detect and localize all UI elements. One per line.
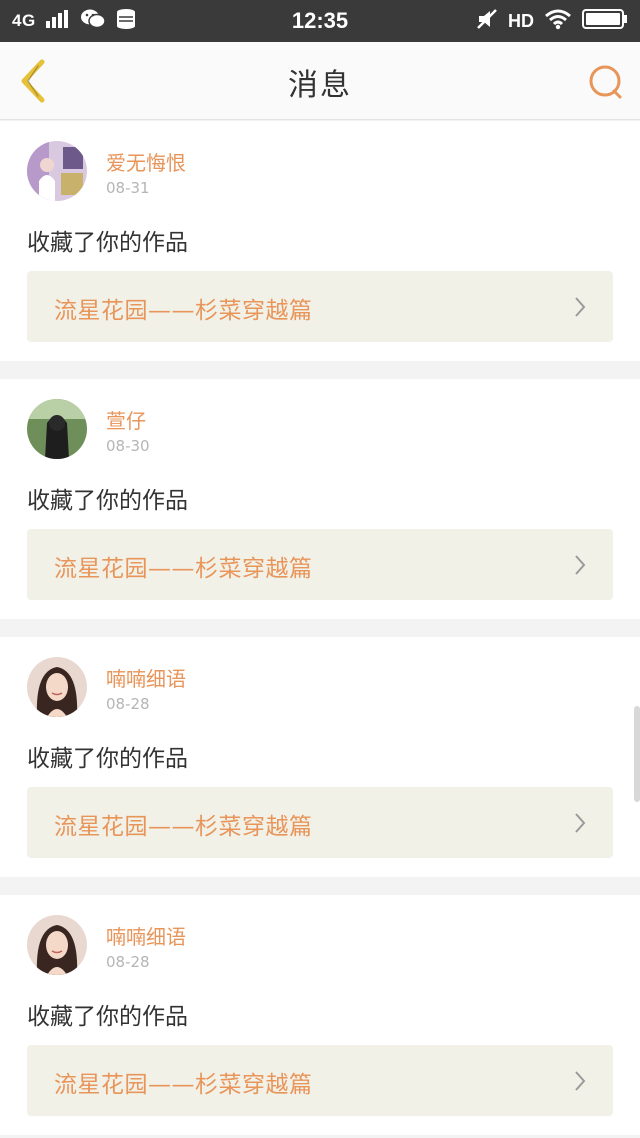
message-list: 爱无悔恨 08-31 收藏了你的作品 流星花园——杉菜穿越篇 萱仔 08-30 … (0, 121, 640, 1138)
message-card: 萱仔 08-30 收藏了你的作品 流星花园——杉菜穿越篇 (0, 379, 640, 619)
page-title: 消息 (288, 68, 352, 103)
message-action: 收藏了你的作品 (27, 230, 188, 256)
chevron-right-icon (575, 555, 586, 575)
work-link[interactable]: 流星花园——杉菜穿越篇 (27, 787, 613, 858)
top-nav-bar: 消息 (0, 42, 640, 120)
message-date: 08-31 (106, 179, 150, 197)
avatar[interactable] (27, 141, 87, 201)
message-action: 收藏了你的作品 (27, 746, 188, 772)
hd-label: HD (508, 10, 534, 31)
username[interactable]: 喃喃细语 (106, 663, 186, 692)
search-button[interactable] (586, 62, 626, 102)
message-date: 08-30 (106, 437, 150, 455)
message-card: 爱无悔恨 08-31 收藏了你的作品 流星花园——杉菜穿越篇 (0, 121, 640, 361)
work-link[interactable]: 流星花园——杉菜穿越篇 (27, 529, 613, 600)
message-date: 08-28 (106, 695, 150, 713)
avatar[interactable] (27, 915, 87, 975)
wechat-icon (80, 8, 106, 35)
chevron-right-icon (575, 813, 586, 833)
chevron-right-icon (575, 297, 586, 317)
message-action: 收藏了你的作品 (27, 488, 188, 514)
status-bar: 4G 12:35 HD (0, 0, 640, 42)
message-card: 喃喃细语 08-28 收藏了你的作品 流星花园——杉菜穿越篇 (0, 895, 640, 1135)
work-link[interactable]: 流星花园——杉菜穿越篇 (27, 1045, 613, 1116)
work-title: 流星花园——杉菜穿越篇 (54, 814, 313, 840)
username[interactable]: 爱无悔恨 (106, 147, 186, 176)
message-card: 喃喃细语 08-28 收藏了你的作品 流星花园——杉菜穿越篇 (0, 637, 640, 877)
username[interactable]: 萱仔 (106, 405, 146, 434)
search-icon (589, 65, 622, 99)
network-label: 4G (12, 11, 36, 30)
message-action: 收藏了你的作品 (27, 1004, 188, 1030)
storage-icon (116, 8, 138, 35)
message-date: 08-28 (106, 953, 150, 971)
avatar[interactable] (27, 657, 87, 717)
signal-icon (45, 9, 70, 33)
scrollbar[interactable] (634, 706, 640, 802)
work-title: 流星花园——杉菜穿越篇 (54, 556, 313, 582)
work-title: 流星花园——杉菜穿越篇 (54, 298, 313, 324)
username[interactable]: 喃喃细语 (106, 921, 186, 950)
work-link[interactable]: 流星花园——杉菜穿越篇 (27, 271, 613, 342)
clock: 12:35 (291, 8, 349, 33)
mute-icon (476, 8, 498, 35)
chevron-right-icon (575, 1071, 586, 1091)
battery-icon (582, 8, 628, 35)
work-title: 流星花园——杉菜穿越篇 (54, 1072, 313, 1098)
avatar[interactable] (27, 399, 87, 459)
wifi-icon (544, 8, 572, 35)
